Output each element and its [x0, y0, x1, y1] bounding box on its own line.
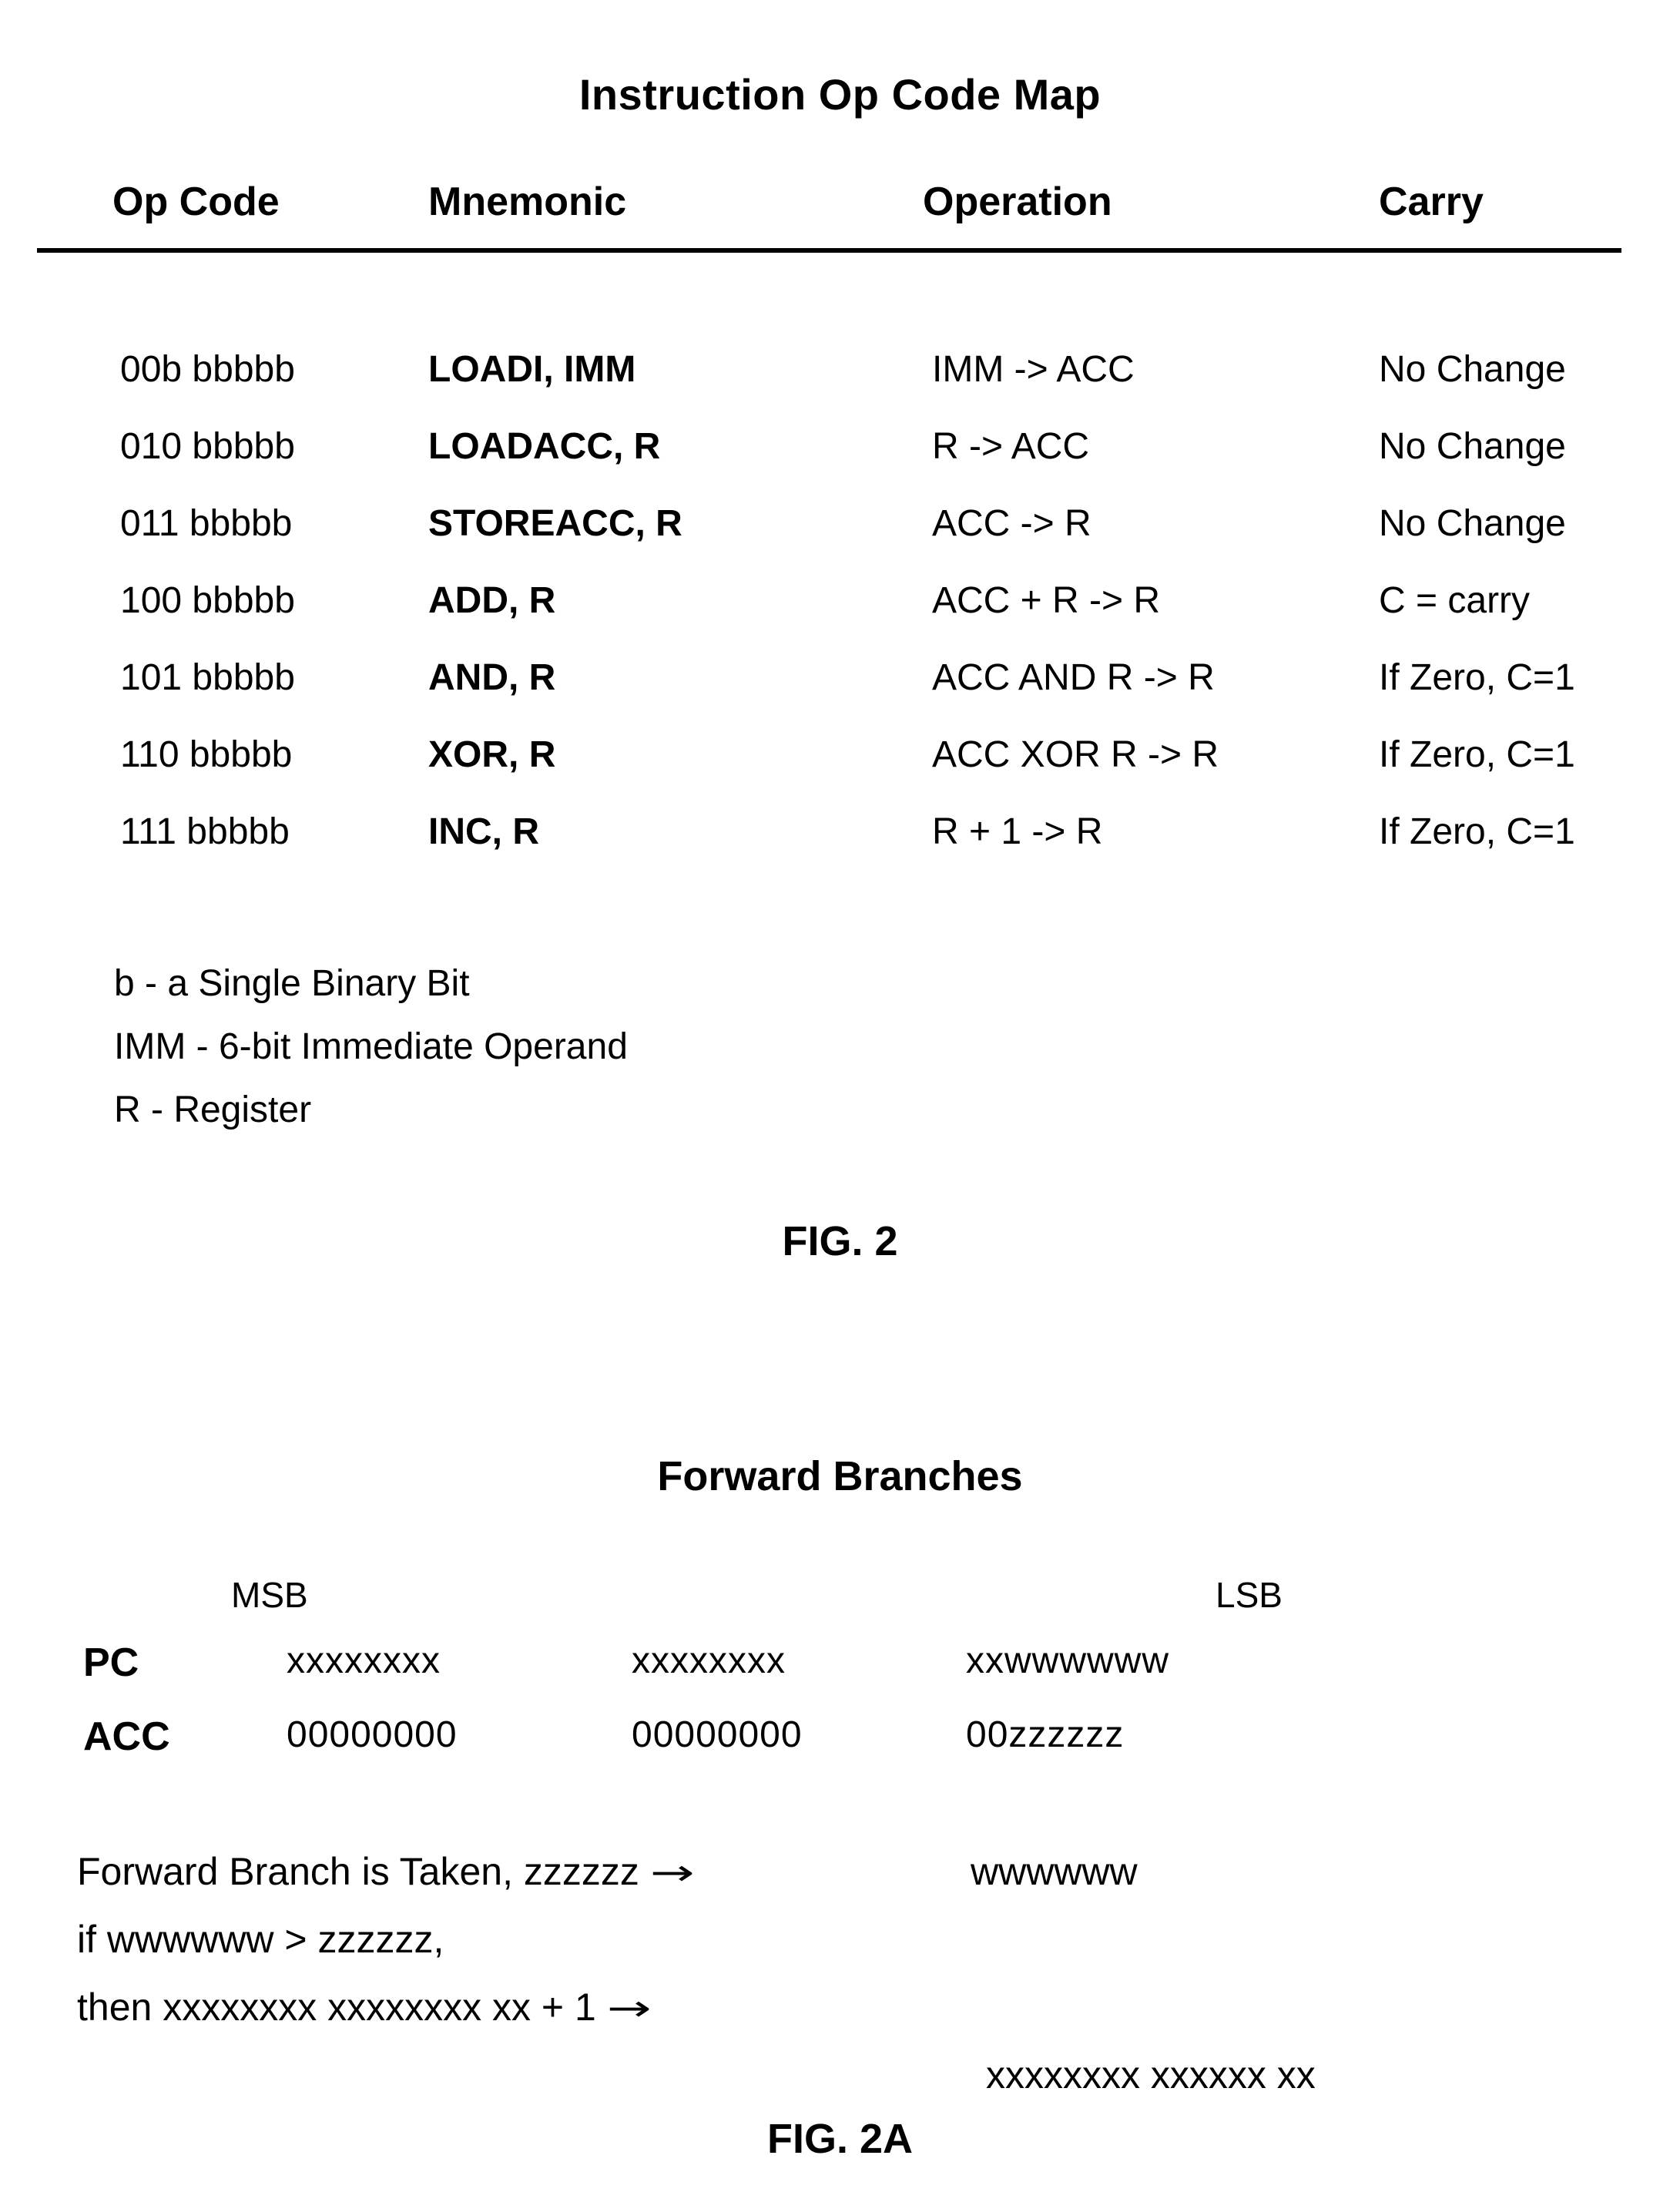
register-row-pc: PC xxxxxxxx xxxxxxxx xxwwwwww	[0, 1640, 1680, 1709]
cell-op-code: 110 bbbbb	[120, 734, 293, 775]
opcode-map-title: Instruction Op Code Map	[578, 70, 1102, 119]
cell-mnemonic: STOREACC, R	[428, 503, 682, 544]
right-arrow-icon: →	[606, 1987, 652, 2029]
figure-2-caption: FIG. 2	[782, 1218, 898, 1264]
cell-carry: No Change	[1379, 426, 1566, 467]
table-row: 111 bbbbb INC, R R + 1 -> R If Zero, C=1	[0, 811, 1680, 888]
column-header-op-code: Op Code	[112, 180, 280, 224]
column-header-mnemonic: Mnemonic	[428, 180, 627, 224]
opcode-table-header: Op Code Mnemonic Operation Carry	[0, 179, 1680, 240]
column-header-carry: Carry	[1379, 180, 1484, 224]
cell-operation: IMM -> ACC	[932, 349, 1135, 390]
table-row: 100 bbbbb ADD, R ACC + R -> R C = carry	[0, 579, 1680, 656]
register-bits-group-3: xxwwwwww	[966, 1640, 1169, 1681]
branch-then-text: then xxxxxxxx xxxxxxxx xx + 1 →	[77, 1985, 652, 2029]
cell-mnemonic: LOADACC, R	[428, 426, 661, 467]
column-header-operation: Operation	[923, 180, 1112, 224]
cell-mnemonic: XOR, R	[428, 734, 556, 775]
branch-condition-line-2: if wwwwww > zzzzzz,	[77, 1917, 1618, 1985]
table-row: 101 bbbbb AND, R ACC AND R -> R If Zero,…	[0, 656, 1680, 734]
table-row: 011 bbbbb STOREACC, R ACC -> R No Change	[0, 502, 1680, 579]
register-label-acc: ACC	[83, 1714, 170, 1759]
cell-op-code: 100 bbbbb	[120, 580, 295, 621]
legend-item-binary-bit: b - a Single Binary Bit	[114, 963, 470, 1004]
cell-op-code: 011 bbbbb	[120, 503, 293, 544]
branch-taken-target: wwwwww	[971, 1850, 1138, 1893]
branch-condition-block: Forward Branch is Taken, zzzzzz → wwwwww …	[77, 1849, 1618, 2097]
table-row: 00b bbbbb LOADI, IMM IMM -> ACC No Chang…	[0, 348, 1680, 425]
cell-carry: No Change	[1379, 503, 1566, 544]
cell-op-code: 00b bbbbb	[120, 349, 295, 390]
forward-branches-title: Forward Branches	[657, 1453, 1023, 1499]
branch-condition-line-1: Forward Branch is Taken, zzzzzz → wwwwww	[77, 1849, 1618, 1917]
figure-2: Instruction Op Code Map Op Code Mnemonic…	[0, 0, 1680, 1310]
cell-carry: If Zero, C=1	[1379, 657, 1575, 698]
cell-carry: C = carry	[1379, 580, 1531, 621]
figure-2a: Forward Branches MSB LSB PC xxxxxxxx xxx…	[0, 1310, 1680, 2209]
cell-carry: No Change	[1379, 349, 1566, 390]
cell-operation: R + 1 -> R	[932, 811, 1103, 852]
figure-2a-caption: FIG. 2A	[766, 2116, 914, 2162]
register-bits-group-1: 00000000	[287, 1714, 458, 1755]
cell-operation: ACC -> R	[932, 503, 1091, 544]
branch-taken-label: Forward Branch is Taken, zzzzzz	[77, 1850, 639, 1893]
cell-operation: R -> ACC	[932, 426, 1090, 467]
branch-taken-text: Forward Branch is Taken, zzzzzz →	[77, 1849, 695, 1894]
register-row-acc: ACC 00000000 00000000 00zzzzzz	[0, 1714, 1680, 1783]
branch-condition-line-3: then xxxxxxxx xxxxxxxx xx + 1 → xxxxxxxx …	[77, 1985, 1618, 2097]
right-arrow-icon: →	[649, 1851, 695, 1893]
register-label-pc: PC	[83, 1640, 139, 1685]
lsb-label: LSB	[1216, 1575, 1283, 1615]
cell-mnemonic: LOADI, IMM	[428, 349, 636, 390]
cell-mnemonic: ADD, R	[428, 580, 556, 621]
register-bits-group-2: 00000000	[632, 1714, 803, 1755]
cell-op-code: 010 bbbbb	[120, 426, 295, 467]
branch-if-condition: if wwwwww > zzzzzz,	[77, 1918, 444, 1961]
msb-label: MSB	[231, 1575, 308, 1615]
cell-op-code: 101 bbbbb	[120, 657, 295, 698]
register-bits-group-1: xxxxxxxx	[287, 1640, 441, 1681]
branch-then-result: xxxxxxxx xxxxxx xx	[986, 2053, 1316, 2097]
register-bits-group-2: xxxxxxxx	[632, 1640, 786, 1681]
table-row: 010 bbbbb LOADACC, R R -> ACC No Change	[0, 425, 1680, 502]
branch-then-label: then xxxxxxxx xxxxxxxx xx + 1	[77, 1986, 596, 2029]
cell-mnemonic: AND, R	[428, 657, 556, 698]
table-header-rule	[37, 248, 1621, 253]
cell-operation: ACC AND R -> R	[932, 657, 1215, 698]
legend-notes: b - a Single Binary Bit IMM - 6-bit Imme…	[114, 952, 628, 1142]
cell-operation: ACC XOR R -> R	[932, 734, 1219, 775]
cell-carry: If Zero, C=1	[1379, 811, 1575, 852]
cell-carry: If Zero, C=1	[1379, 734, 1575, 775]
cell-mnemonic: INC, R	[428, 811, 539, 852]
table-row: 110 bbbbb XOR, R ACC XOR R -> R If Zero,…	[0, 734, 1680, 811]
cell-op-code: 111 bbbbb	[120, 811, 290, 852]
opcode-table-body: 00b bbbbb LOADI, IMM IMM -> ACC No Chang…	[0, 348, 1680, 888]
legend-item-immediate-operand: IMM - 6-bit Immediate Operand	[114, 1026, 628, 1067]
register-bits-group-3: 00zzzzzz	[966, 1714, 1125, 1755]
cell-operation: ACC + R -> R	[932, 580, 1161, 621]
legend-item-register: R - Register	[114, 1089, 312, 1130]
